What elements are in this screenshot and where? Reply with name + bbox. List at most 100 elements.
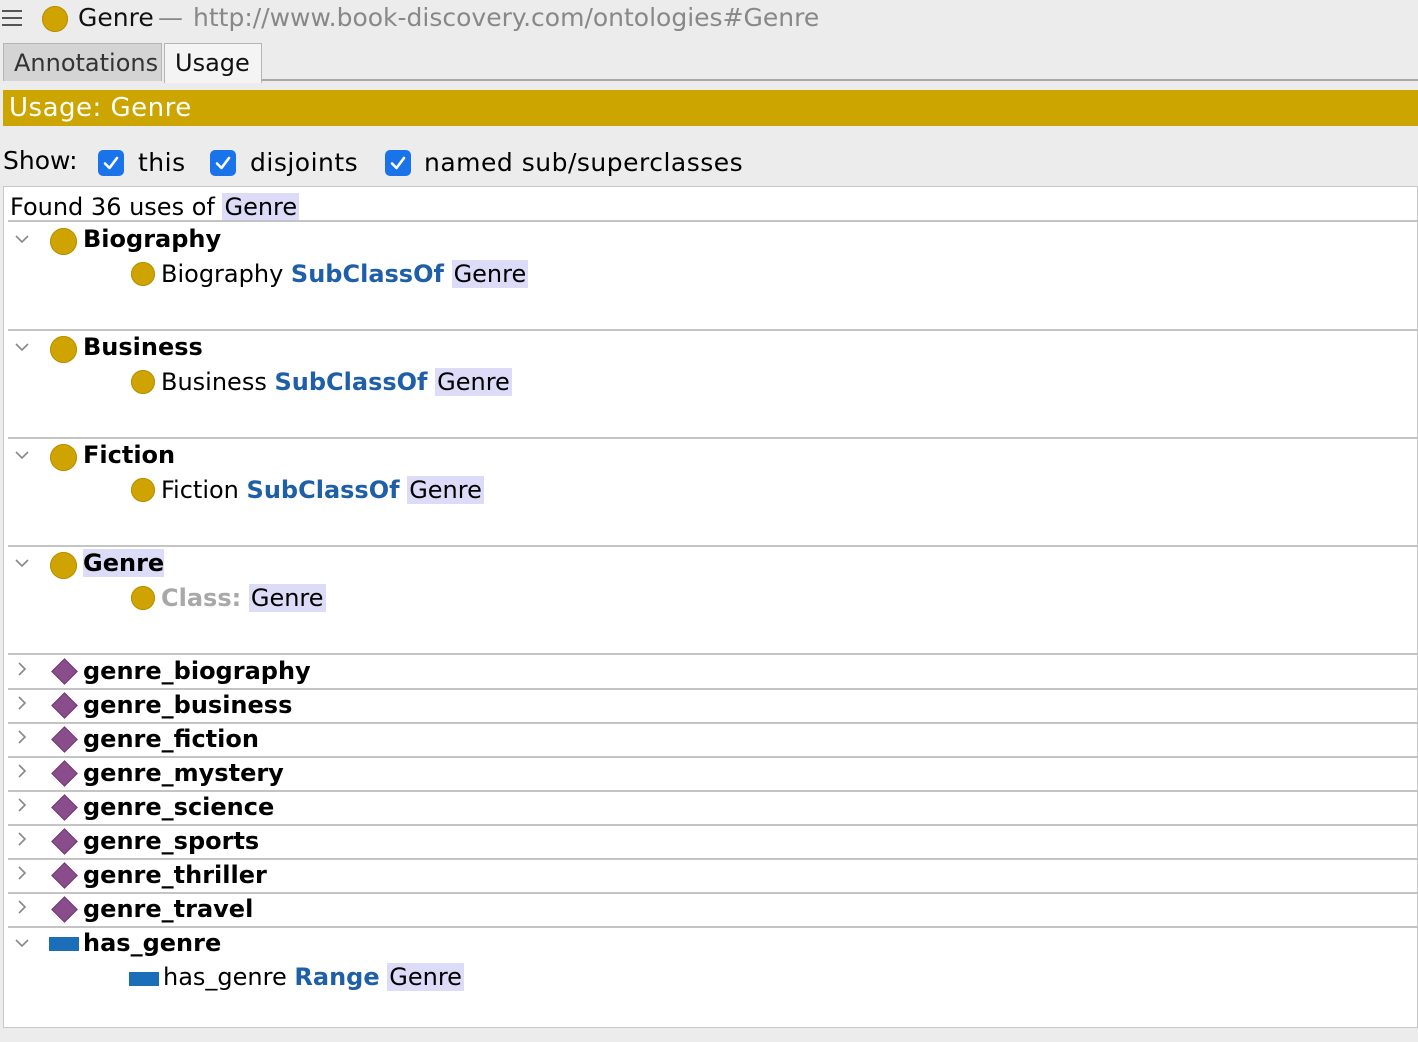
usage-results-panel: Found 36 uses of Genre Biography Biograp… [3, 186, 1418, 1028]
class-icon [42, 6, 68, 32]
group-label[interactable]: genre_travel [83, 895, 253, 923]
group-label[interactable]: genre_fiction [83, 725, 259, 753]
row-divider [8, 722, 1418, 724]
checkmark-icon [390, 156, 406, 170]
chevron-down-icon[interactable] [14, 935, 30, 951]
chevron-down-icon[interactable] [14, 447, 30, 463]
row-divider [8, 926, 1418, 928]
group-label[interactable]: genre_business [83, 691, 292, 719]
found-entity[interactable]: Genre [222, 193, 300, 221]
entity-title: Genre [78, 3, 154, 32]
class-icon [50, 552, 77, 579]
row-divider [8, 858, 1418, 860]
row-divider [8, 220, 1418, 222]
axiom-object[interactable]: Genre [407, 476, 484, 504]
tab-bar: Annotations Usage [0, 40, 1418, 83]
axiom-keyword: Class: [161, 584, 242, 612]
group-label[interactable]: has_genre [83, 929, 221, 957]
class-icon [50, 444, 77, 471]
individual-icon [51, 828, 78, 855]
sub-superclasses-checkbox-label[interactable]: named sub/superclasses [424, 148, 743, 177]
tab-divider [262, 79, 1418, 81]
checkmark-icon [103, 156, 119, 170]
axiom-row[interactable]: has_genre Range Genre [129, 963, 464, 991]
found-summary: Found 36 uses of Genre [10, 193, 300, 221]
class-icon [50, 336, 77, 363]
class-icon [131, 478, 155, 502]
axiom-subject[interactable]: Business [161, 368, 267, 396]
chevron-right-icon[interactable] [14, 661, 30, 677]
group-label[interactable]: Biography [83, 225, 221, 253]
axiom-keyword: SubClassOf [290, 260, 444, 288]
group-label[interactable]: Genre [83, 549, 165, 577]
show-options: Show: this disjoints named sub/superclas… [0, 142, 1418, 184]
row-divider [8, 688, 1418, 690]
group-label[interactable]: Fiction [83, 441, 175, 469]
group-label[interactable]: genre_sports [83, 827, 259, 855]
sub-superclasses-checkbox[interactable] [385, 150, 411, 176]
individual-icon [51, 726, 78, 753]
chevron-right-icon[interactable] [14, 865, 30, 881]
chevron-right-icon[interactable] [14, 763, 30, 779]
chevron-down-icon[interactable] [14, 339, 30, 355]
chevron-right-icon[interactable] [14, 831, 30, 847]
axiom-object[interactable]: Genre [248, 584, 326, 612]
axiom-subject[interactable]: Biography [161, 260, 283, 288]
individual-icon [51, 794, 78, 821]
object-property-icon [49, 937, 79, 951]
tab-annotations[interactable]: Annotations [3, 43, 162, 81]
group-label[interactable]: genre_mystery [83, 759, 284, 787]
axiom-row[interactable]: Biography SubClassOf Genre [131, 260, 529, 288]
class-icon [131, 262, 155, 286]
row-divider [8, 545, 1418, 547]
row-divider [8, 824, 1418, 826]
title-bar: Genre — http://www.book-discovery.com/on… [0, 0, 1418, 40]
axiom-row[interactable]: Business SubClassOf Genre [131, 368, 512, 396]
chevron-down-icon[interactable] [14, 555, 30, 571]
group-label[interactable]: Business [83, 333, 203, 361]
tab-usage[interactable]: Usage [164, 43, 262, 83]
row-divider [8, 790, 1418, 792]
axiom-keyword: Range [294, 963, 380, 991]
this-checkbox-label[interactable]: this [138, 148, 186, 177]
axiom-keyword: SubClassOf [274, 368, 428, 396]
usage-header: Usage: Genre [3, 90, 1418, 126]
axiom-subject[interactable]: Fiction [161, 476, 239, 504]
row-divider [8, 329, 1418, 331]
axiom-row[interactable]: Fiction SubClassOf Genre [131, 476, 484, 504]
disjoints-checkbox[interactable] [210, 150, 236, 176]
group-label[interactable]: genre_biography [83, 657, 311, 685]
class-icon [50, 228, 77, 255]
menu-icon[interactable] [2, 10, 22, 28]
group-label[interactable]: genre_science [83, 793, 274, 821]
chevron-right-icon[interactable] [14, 797, 30, 813]
object-property-icon [129, 972, 159, 986]
row-divider [8, 756, 1418, 758]
individual-icon [51, 896, 78, 923]
individual-icon [51, 760, 78, 787]
group-label[interactable]: genre_thriller [83, 861, 267, 889]
axiom-object[interactable]: Genre [451, 260, 529, 288]
row-divider [8, 892, 1418, 894]
this-checkbox[interactable] [98, 150, 124, 176]
chevron-right-icon[interactable] [14, 729, 30, 745]
show-label: Show: [3, 146, 78, 175]
chevron-right-icon[interactable] [14, 899, 30, 915]
individual-icon [51, 862, 78, 889]
axiom-subject[interactable]: has_genre [163, 963, 287, 991]
disjoints-checkbox-label[interactable]: disjoints [250, 148, 358, 177]
class-icon [131, 370, 155, 394]
chevron-down-icon[interactable] [14, 231, 30, 247]
axiom-object[interactable]: Genre [387, 963, 464, 991]
axiom-object[interactable]: Genre [435, 368, 512, 396]
individual-icon [51, 692, 78, 719]
individual-icon [51, 658, 78, 685]
found-prefix: Found 36 uses of [10, 193, 215, 221]
axiom-keyword: SubClassOf [246, 476, 400, 504]
entity-iri: http://www.book-discovery.com/ontologies… [193, 3, 820, 32]
checkmark-icon [215, 156, 231, 170]
chevron-right-icon[interactable] [14, 695, 30, 711]
row-divider [8, 437, 1418, 439]
axiom-row[interactable]: Class: Genre [131, 584, 326, 612]
row-divider [8, 653, 1418, 655]
